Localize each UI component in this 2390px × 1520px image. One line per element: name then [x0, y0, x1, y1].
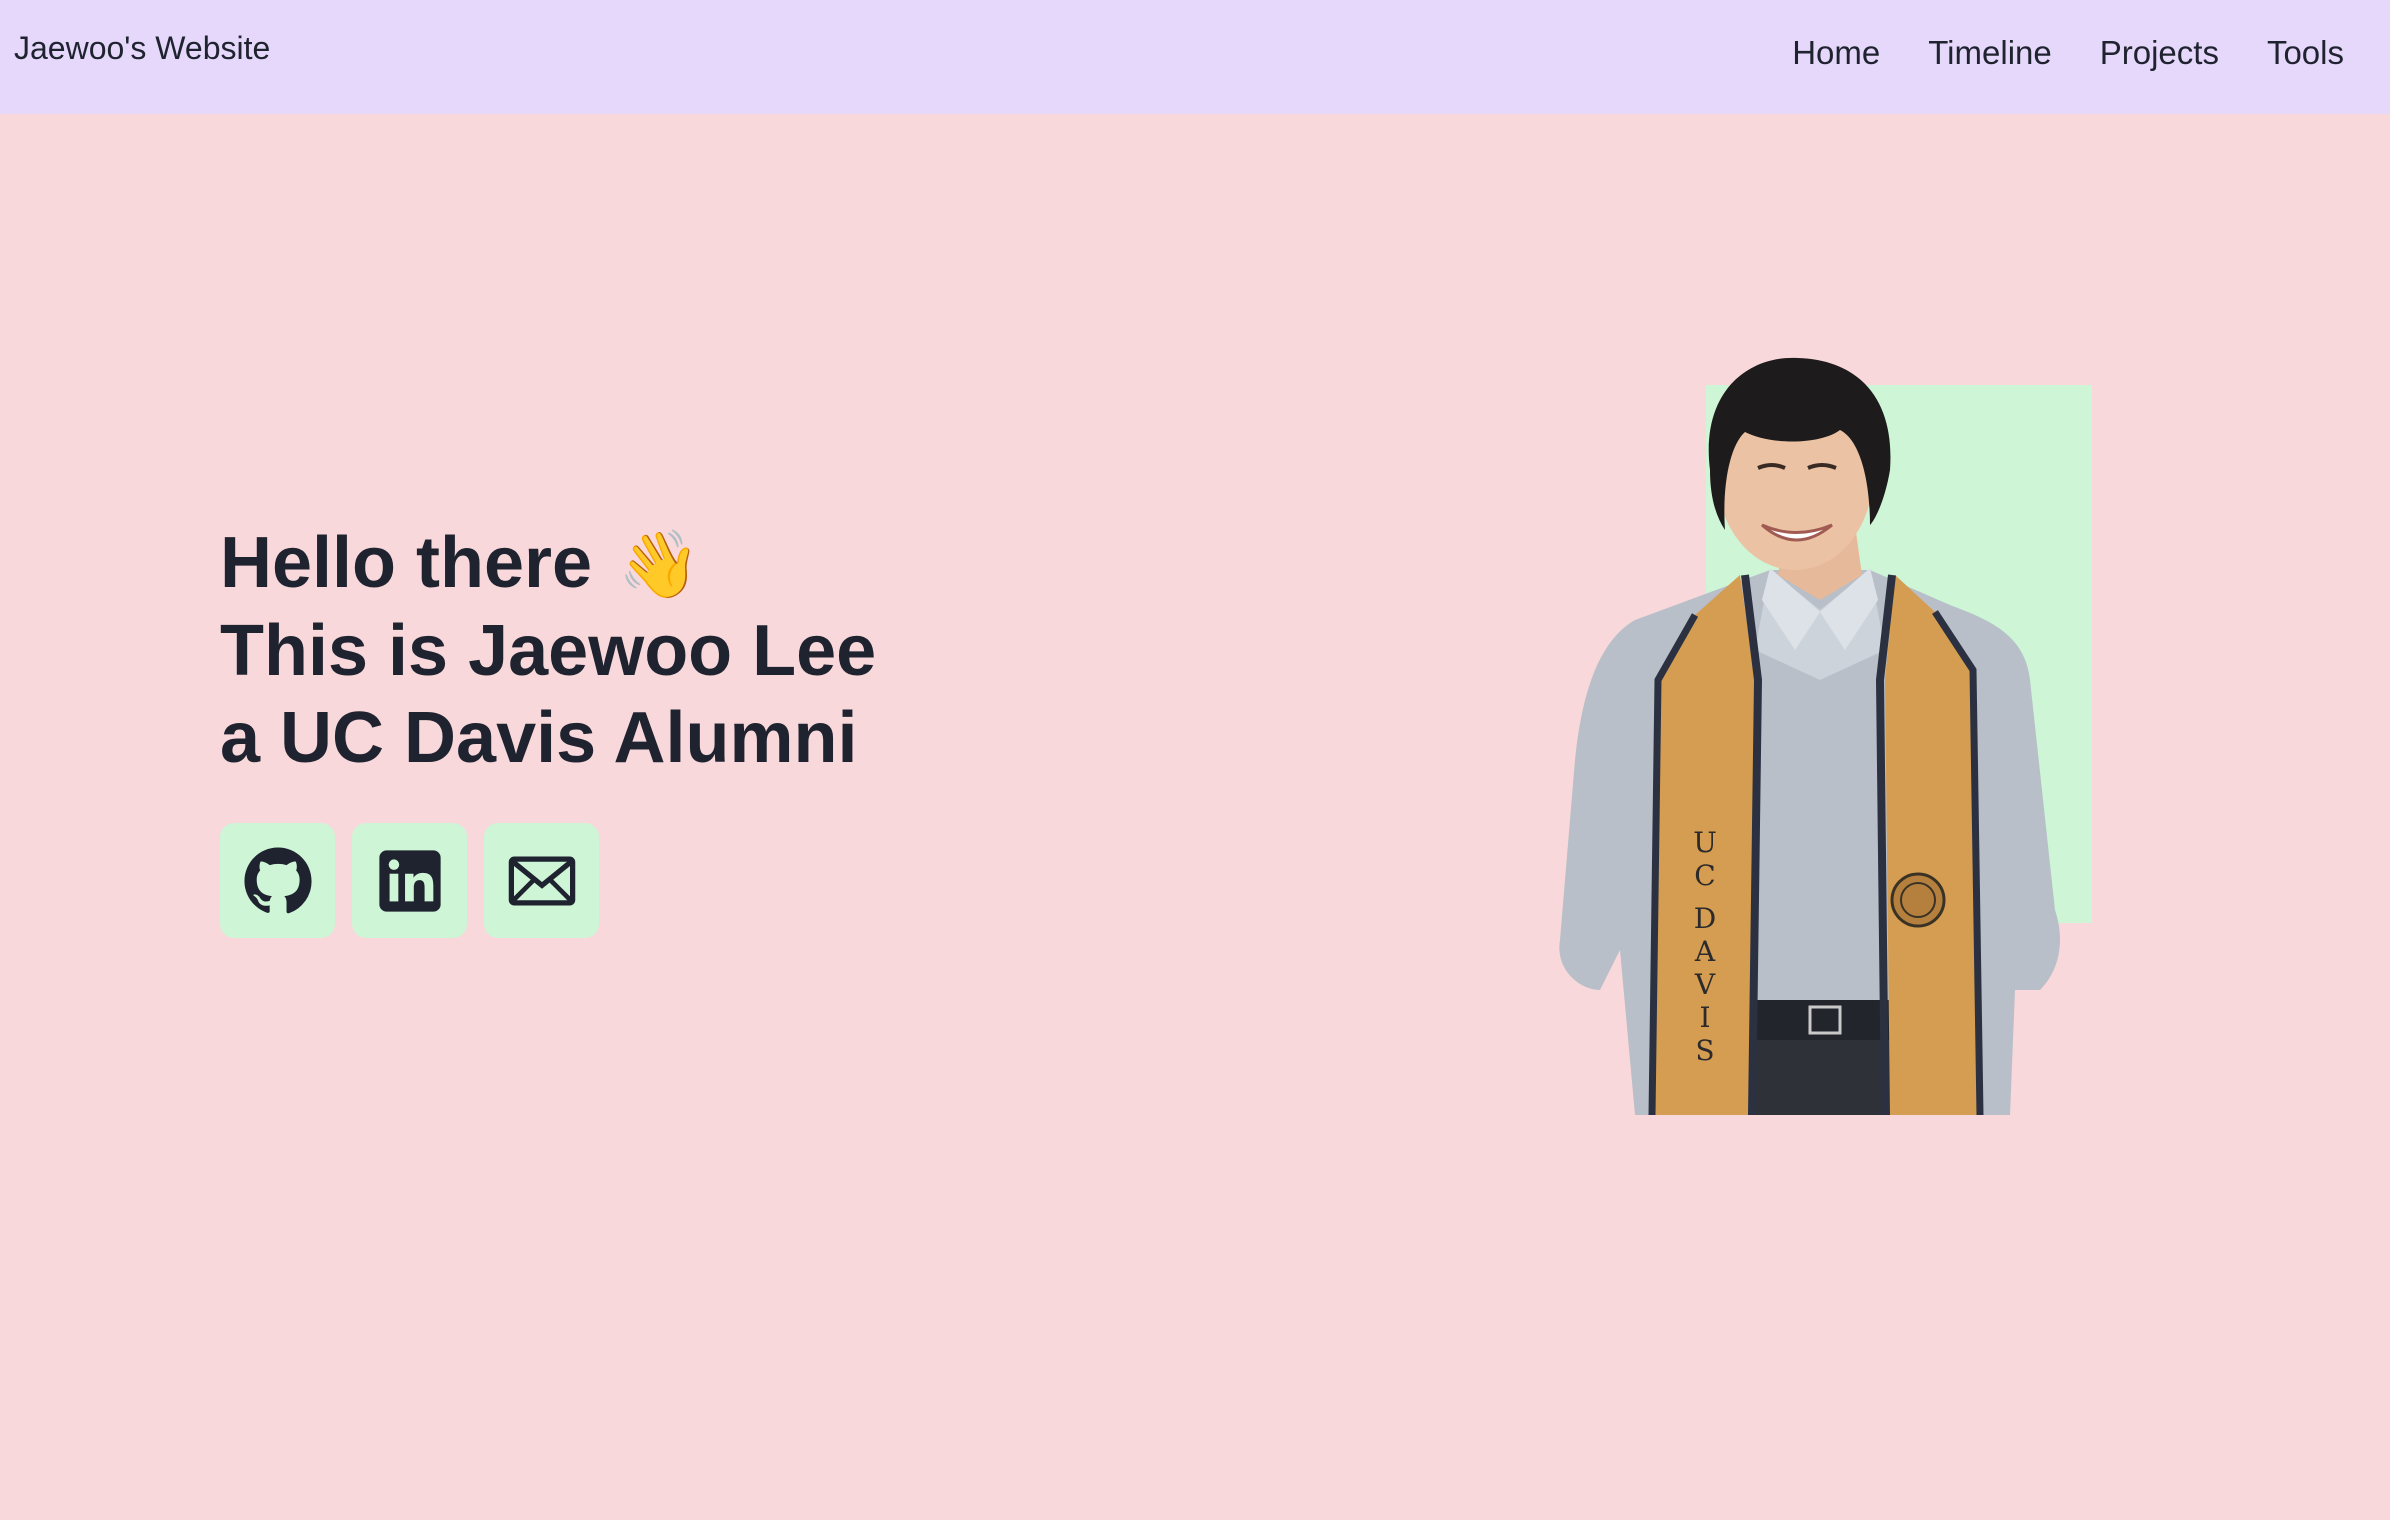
stole-letter: V [1694, 968, 1716, 1001]
hero-line-greeting: Hello there 👋 [220, 520, 876, 608]
stole-letter: D [1694, 902, 1716, 935]
hero-line-name: This is Jaewoo Lee [220, 611, 877, 691]
linkedin-icon [378, 849, 441, 912]
hero-heading: Hello there 👋 This is Jaewoo Lee a UC Da… [220, 520, 876, 782]
waving-hand-icon: 👋 [618, 527, 701, 601]
nav-tools[interactable]: Tools [2267, 34, 2344, 72]
stole-letter: A [1694, 935, 1716, 968]
github-icon [243, 846, 312, 913]
stole-letter: U [1693, 826, 1717, 859]
nav-home[interactable]: Home [1792, 34, 1880, 72]
linkedin-button[interactable] [352, 823, 467, 938]
nav-projects[interactable]: Projects [2100, 34, 2219, 72]
github-button[interactable] [220, 823, 335, 938]
nav-links: Home Timeline Projects Tools [1792, 34, 2344, 72]
email-button[interactable] [484, 823, 599, 938]
top-navbar: Jaewoo's Website Home Timeline Projects … [0, 0, 2390, 114]
brand-link[interactable]: Jaewoo's Website [14, 30, 270, 67]
profile-photo: U C D A V I S [1540, 350, 2100, 1115]
portrait-illustration: U C D A V I S [1559, 357, 2060, 1115]
hero-line-alumni: a UC Davis Alumni [220, 698, 858, 778]
stole-letter: I [1699, 1001, 1710, 1034]
stole-letter: S [1695, 1034, 1714, 1067]
greeting-text: Hello there [220, 523, 593, 603]
social-links [220, 823, 599, 938]
stole-letter: C [1694, 859, 1715, 892]
nav-timeline[interactable]: Timeline [1928, 34, 2051, 72]
mail-icon [508, 856, 575, 905]
